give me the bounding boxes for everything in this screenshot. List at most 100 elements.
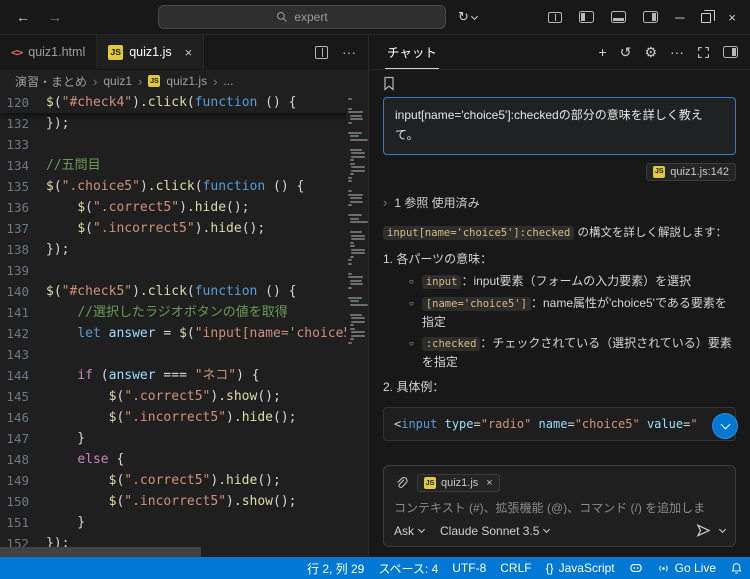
code-editor[interactable]: 120$("#check4").click(function () { 132}…: [0, 92, 368, 557]
answer-bullet: ○:checked：チェックされている（選択されている）要素を指定: [409, 334, 736, 371]
line-number: 147: [0, 428, 46, 449]
split-editor-icon[interactable]: [315, 46, 328, 59]
sync-dropdown-icon[interactable]: ↻: [458, 9, 477, 25]
language-mode[interactable]: {} JavaScript: [539, 557, 622, 579]
restore-window-icon[interactable]: [701, 13, 711, 23]
minimize-window-icon[interactable]: ─: [675, 10, 684, 25]
more-actions-icon[interactable]: ···: [342, 44, 356, 60]
code-line[interactable]: 144 if (answer === "ネコ") {: [0, 365, 368, 386]
code-line[interactable]: 120$("#check4").click(function () {: [0, 92, 368, 113]
code-line[interactable]: 132});: [0, 113, 368, 134]
line-number: 149: [0, 470, 46, 491]
answer-list-heading: 1. 各パーツの意味：: [383, 250, 736, 269]
tab-chat[interactable]: チャット: [385, 35, 439, 69]
attached-file-chip[interactable]: JS quiz1.js ×: [417, 474, 500, 492]
toggle-secondary-sidebar-icon[interactable]: [643, 11, 658, 23]
code-line[interactable]: 139: [0, 260, 368, 281]
chat-conversation: input[name='choice5']:checkedの部分の意味を詳しく教…: [369, 70, 750, 557]
remove-attachment-icon[interactable]: ×: [486, 477, 492, 489]
eol-setting[interactable]: CRLF: [493, 557, 538, 579]
command-center-search[interactable]: expert: [158, 5, 446, 29]
code-line[interactable]: 148 else {: [0, 449, 368, 470]
code-line[interactable]: 145 $(".correct5").show();: [0, 386, 368, 407]
scrollbar-thumb[interactable]: [0, 547, 201, 557]
editor-group: <> quiz1.html JS quiz1.js × ··· 演習・まとめ ›…: [0, 35, 368, 557]
cursor-position[interactable]: 行 2, 列 29: [300, 557, 371, 579]
code-line[interactable]: 143: [0, 344, 368, 365]
titlebar-controls: ─ ×: [548, 10, 750, 25]
broadcast-icon: [657, 562, 670, 575]
code-line[interactable]: 135$(".choice5").click(function () {: [0, 176, 368, 197]
close-window-icon[interactable]: ×: [728, 10, 736, 25]
send-icon[interactable]: [696, 523, 711, 538]
notifications-bell-icon[interactable]: [723, 557, 750, 579]
code-line[interactable]: 150 $(".incorrect5").show();: [0, 491, 368, 512]
indentation-setting[interactable]: スペース: 4: [371, 557, 445, 579]
code-line[interactable]: 137 $(".incorrect5").hide();: [0, 218, 368, 239]
bookmark-icon[interactable]: [383, 76, 395, 91]
js-file-icon: JS: [148, 75, 160, 87]
references-toggle[interactable]: › 1 参照 使用済み: [383, 194, 736, 211]
attach-icon[interactable]: [394, 476, 408, 490]
code-line[interactable]: 133: [0, 134, 368, 155]
mode-dropdown[interactable]: Ask: [394, 524, 424, 538]
maximize-panel-icon[interactable]: [697, 46, 710, 59]
answer-list: 1. 各パーツの意味：○input：input要素（フォームの入力要素）を選択○…: [383, 243, 736, 397]
scroll-to-bottom-button[interactable]: [712, 413, 738, 439]
model-dropdown[interactable]: Claude Sonnet 3.5: [440, 524, 549, 538]
chat-input-box[interactable]: JS quiz1.js × コンテキスト (#)、拡張機能 (@)、コマンド (…: [383, 465, 736, 547]
line-number: 120: [0, 92, 46, 113]
code-line[interactable]: 146 $(".incorrect5").hide();: [0, 407, 368, 428]
line-number: 138: [0, 239, 46, 260]
breadcrumb-item-symbol[interactable]: ...: [223, 74, 233, 88]
answer-intro-text: の構文を詳しく解説します：: [574, 227, 727, 239]
forward-icon[interactable]: →: [48, 9, 62, 25]
tab-quiz1-js[interactable]: JS quiz1.js ×: [97, 35, 204, 69]
copilot-icon[interactable]: [622, 557, 650, 579]
code-line[interactable]: 151 }: [0, 512, 368, 533]
close-tab-icon[interactable]: ×: [185, 45, 193, 60]
line-number: 141: [0, 302, 46, 323]
history-icon[interactable]: ↺: [620, 44, 632, 61]
tab-label: quiz1.js: [129, 45, 171, 59]
toggle-primary-sidebar-icon[interactable]: [579, 11, 594, 23]
code-line[interactable]: 134//五問目: [0, 155, 368, 176]
line-number: 132: [0, 113, 46, 134]
more-actions-icon[interactable]: ···: [670, 44, 684, 60]
line-number: 135: [0, 176, 46, 197]
line-number: 133: [0, 134, 46, 155]
tab-label: quiz1.html: [28, 45, 85, 59]
code-line[interactable]: 142 let answer = $("input[name='choice5: [0, 323, 368, 344]
tab-quiz1-html[interactable]: <> quiz1.html: [0, 35, 97, 69]
chat-panel-actions: + ↺ ⚙ ···: [599, 44, 738, 61]
panel-layout-icon[interactable]: [723, 46, 738, 58]
sticky-scroll-line[interactable]: 120$("#check4").click(function () {: [0, 92, 368, 113]
horizontal-scrollbar[interactable]: [0, 547, 346, 557]
code-line[interactable]: 140$("#check5").click(function () {: [0, 281, 368, 302]
line-number: 146: [0, 407, 46, 428]
breadcrumb-item-folder[interactable]: 演習・まとめ: [15, 73, 87, 90]
minimap[interactable]: [346, 92, 368, 547]
chat-input-placeholder[interactable]: コンテキスト (#)、拡張機能 (@)、コマンド (/) を追加しま: [394, 499, 725, 516]
breadcrumb-item-file[interactable]: quiz1.js: [166, 74, 207, 88]
line-number: 136: [0, 197, 46, 218]
encoding-setting[interactable]: UTF-8: [445, 557, 493, 579]
code-line[interactable]: 138});: [0, 239, 368, 260]
line-number: 139: [0, 260, 46, 281]
answer-bullet: ○[name='choice5']：name属性が'choice5'である要素を…: [409, 294, 736, 331]
code-line[interactable]: 149 $(".correct5").hide();: [0, 470, 368, 491]
answer-intro: input[name='choice5']:checked の構文を詳しく解説し…: [383, 224, 736, 244]
customize-layout-icon[interactable]: [548, 12, 562, 23]
go-live-button[interactable]: Go Live: [650, 557, 723, 579]
send-options-icon[interactable]: [719, 526, 726, 533]
file-reference-chip[interactable]: JS quiz1.js:142: [646, 163, 736, 181]
code-line[interactable]: 147 }: [0, 428, 368, 449]
braces-icon: {}: [546, 561, 554, 575]
settings-gear-icon[interactable]: ⚙: [644, 44, 657, 61]
new-chat-icon[interactable]: +: [599, 44, 607, 60]
code-line[interactable]: 136 $(".correct5").hide();: [0, 197, 368, 218]
toggle-panel-icon[interactable]: [611, 11, 626, 23]
code-line[interactable]: 141 //選択したラジオボタンの値を取得: [0, 302, 368, 323]
breadcrumb-item-subfolder[interactable]: quiz1: [103, 74, 132, 88]
back-icon[interactable]: ←: [16, 9, 30, 25]
